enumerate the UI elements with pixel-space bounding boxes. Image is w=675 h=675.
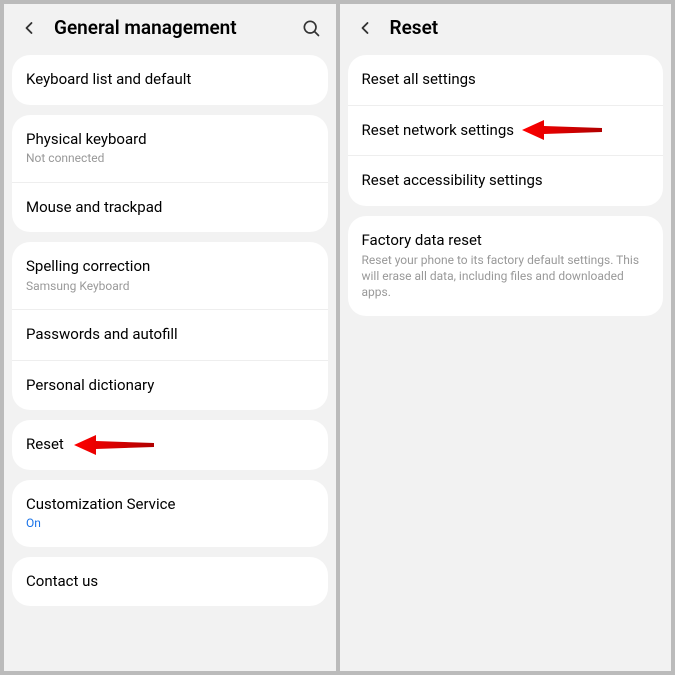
item-keyboard-list[interactable]: Keyboard list and default bbox=[12, 55, 328, 105]
item-title: Personal dictionary bbox=[26, 376, 314, 396]
item-reset-accessibility-settings[interactable]: Reset accessibility settings bbox=[348, 155, 664, 206]
settings-list: Keyboard list and default Physical keybo… bbox=[4, 55, 336, 671]
item-subtitle: Samsung Keyboard bbox=[26, 279, 314, 295]
item-title: Passwords and autofill bbox=[26, 325, 314, 345]
item-title: Physical keyboard bbox=[26, 130, 314, 150]
screen-reset: Reset Reset all settings Reset network s… bbox=[340, 4, 672, 671]
settings-group: Keyboard list and default bbox=[12, 55, 328, 105]
item-factory-data-reset[interactable]: Factory data reset Reset your phone to i… bbox=[348, 216, 664, 316]
back-button[interactable] bbox=[354, 17, 376, 39]
item-subtitle: Not connected bbox=[26, 151, 314, 167]
item-physical-keyboard[interactable]: Physical keyboard Not connected bbox=[12, 115, 328, 182]
item-title: Reset bbox=[26, 435, 314, 455]
settings-group: Customization Service On bbox=[12, 480, 328, 547]
settings-list: Reset all settings Reset network setting… bbox=[340, 55, 672, 671]
item-subtitle: On bbox=[26, 516, 314, 532]
screen-general-management: General management Keyboard list and def… bbox=[4, 4, 336, 671]
chevron-left-icon bbox=[355, 18, 375, 38]
item-mouse-trackpad[interactable]: Mouse and trackpad bbox=[12, 182, 328, 233]
item-reset-all-settings[interactable]: Reset all settings bbox=[348, 55, 664, 105]
item-title: Reset all settings bbox=[362, 70, 650, 90]
chevron-left-icon bbox=[19, 18, 39, 38]
item-title: Reset accessibility settings bbox=[362, 171, 650, 191]
page-title: General management bbox=[54, 16, 237, 39]
header: General management bbox=[4, 4, 336, 55]
back-button[interactable] bbox=[18, 17, 40, 39]
header: Reset bbox=[340, 4, 672, 55]
item-title: Keyboard list and default bbox=[26, 70, 314, 90]
item-reset[interactable]: Reset bbox=[12, 420, 328, 470]
search-icon bbox=[301, 18, 321, 38]
item-title: Customization Service bbox=[26, 495, 314, 515]
settings-group: Reset all settings Reset network setting… bbox=[348, 55, 664, 206]
search-button[interactable] bbox=[300, 17, 322, 39]
item-contact-us[interactable]: Contact us bbox=[12, 557, 328, 607]
page-title: Reset bbox=[390, 16, 439, 39]
settings-group: Contact us bbox=[12, 557, 328, 607]
item-title: Reset network settings bbox=[362, 121, 650, 141]
item-spelling-correction[interactable]: Spelling correction Samsung Keyboard bbox=[12, 242, 328, 309]
item-reset-network-settings[interactable]: Reset network settings bbox=[348, 105, 664, 156]
settings-group: Reset bbox=[12, 420, 328, 470]
settings-group: Spelling correction Samsung Keyboard Pas… bbox=[12, 242, 328, 410]
settings-group: Factory data reset Reset your phone to i… bbox=[348, 216, 664, 316]
item-personal-dictionary[interactable]: Personal dictionary bbox=[12, 360, 328, 411]
item-passwords-autofill[interactable]: Passwords and autofill bbox=[12, 309, 328, 360]
item-title: Spelling correction bbox=[26, 257, 314, 277]
item-customization-service[interactable]: Customization Service On bbox=[12, 480, 328, 547]
settings-group: Physical keyboard Not connected Mouse an… bbox=[12, 115, 328, 233]
item-title: Mouse and trackpad bbox=[26, 198, 314, 218]
item-title: Contact us bbox=[26, 572, 314, 592]
item-description: Reset your phone to its factory default … bbox=[362, 252, 650, 301]
item-title: Factory data reset bbox=[362, 231, 650, 251]
